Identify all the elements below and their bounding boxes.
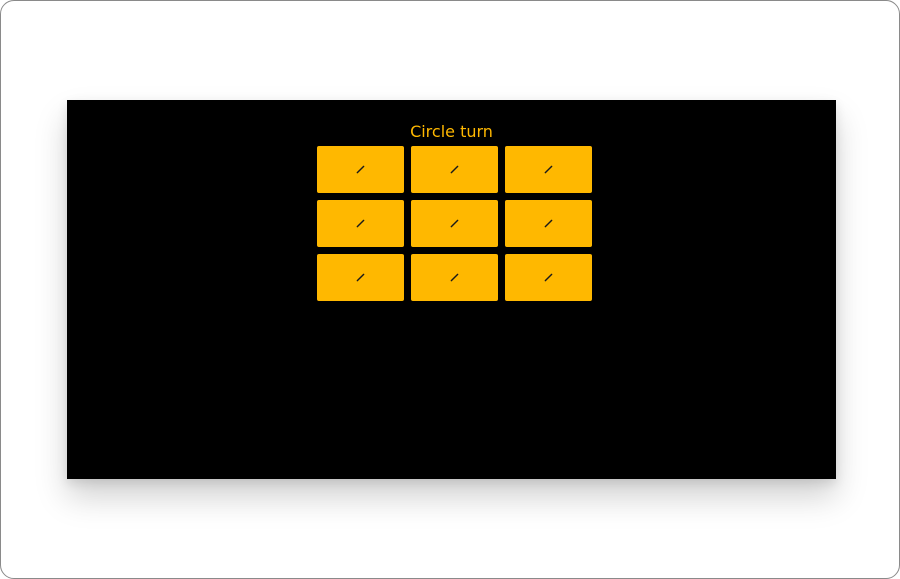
pencil-icon xyxy=(544,273,553,282)
board-cell-1[interactable] xyxy=(317,146,404,193)
board-cell-2[interactable] xyxy=(411,146,498,193)
pencil-icon xyxy=(544,219,553,228)
board-cell-7[interactable] xyxy=(317,254,404,301)
game-canvas: Circle turn xyxy=(67,100,836,479)
tic-tac-toe-board xyxy=(317,146,592,301)
pencil-icon xyxy=(356,219,365,228)
pencil-icon xyxy=(450,165,459,174)
board-cell-6[interactable] xyxy=(505,200,592,247)
pencil-icon xyxy=(450,273,459,282)
window-frame: Circle turn xyxy=(0,0,900,579)
board-cell-3[interactable] xyxy=(505,146,592,193)
turn-status: Circle turn xyxy=(410,122,493,141)
board-cell-9[interactable] xyxy=(505,254,592,301)
board-cell-8[interactable] xyxy=(411,254,498,301)
board-cell-5[interactable] xyxy=(411,200,498,247)
board-cell-4[interactable] xyxy=(317,200,404,247)
pencil-icon xyxy=(544,165,553,174)
pencil-icon xyxy=(356,165,365,174)
pencil-icon xyxy=(450,219,459,228)
pencil-icon xyxy=(356,273,365,282)
